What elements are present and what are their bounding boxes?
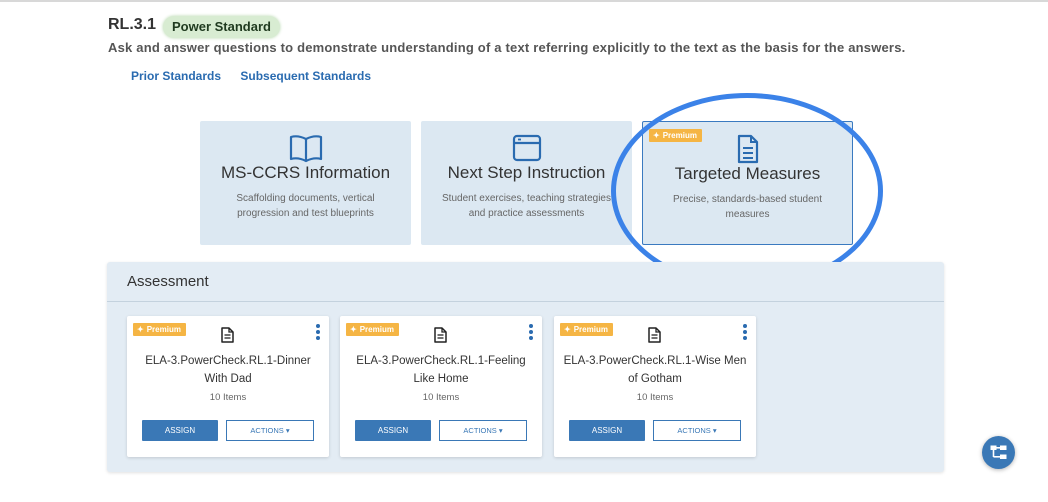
prior-standards-link[interactable]: Prior Standards	[131, 69, 221, 83]
item-count: 10 Items	[209, 392, 247, 403]
assessment-card-title: ELA-3.PowerCheck.RL.1-Dinner With Dad	[145, 355, 311, 385]
assign-button[interactable]: ASSIGN	[355, 420, 431, 441]
assign-button[interactable]: ASSIGN	[569, 420, 645, 441]
assessment-card-title: ELA-3.PowerCheck.RL.1-Wise Men of Gotham	[563, 355, 747, 385]
power-standard-badge: Power Standard	[163, 16, 280, 38]
sitemap-icon	[990, 445, 1007, 459]
feature-card-next-step[interactable]: Next Step Instruction Student exercises,…	[421, 121, 632, 245]
sparkle-icon: ✦	[137, 325, 144, 334]
feature-title: Targeted Measures	[674, 164, 821, 183]
assessment-card[interactable]: ✦ Premium ELA-3.PowerCheck.RL.1-Feeling L…	[340, 316, 542, 457]
item-count: 10 Items	[636, 392, 674, 403]
premium-badge: ✦ Premium	[133, 323, 186, 336]
assessment-header: Assessment	[107, 262, 944, 302]
assessment-title: Assessment	[127, 273, 209, 290]
feature-title: MS-CCRS Information	[220, 163, 391, 182]
document-icon	[643, 134, 852, 164]
more-options-icon[interactable]	[742, 324, 748, 340]
item-count: 10 Items	[422, 392, 460, 403]
assessment-card-title: ELA-3.PowerCheck.RL.1-Feeling Like Home	[356, 355, 526, 385]
premium-badge: ✦ Premium	[346, 323, 399, 336]
browser-window-icon	[421, 133, 632, 163]
document-icon	[434, 327, 447, 348]
actions-dropdown-button[interactable]: ACTIONS ▾	[226, 420, 314, 441]
document-icon	[221, 327, 234, 348]
sparkle-icon: ✦	[350, 325, 357, 334]
subsequent-standards-link[interactable]: Subsequent Standards	[240, 69, 371, 83]
top-border	[0, 0, 1048, 2]
book-open-icon	[200, 133, 411, 163]
actions-dropdown-button[interactable]: ACTIONS ▾	[653, 420, 741, 441]
premium-badge: ✦ Premium	[560, 323, 613, 336]
more-options-icon[interactable]	[315, 324, 321, 340]
standard-description: Ask and answer questions to demonstrate …	[108, 40, 906, 55]
actions-dropdown-button[interactable]: ACTIONS ▾	[439, 420, 527, 441]
feature-description: Precise, standards-based student measure…	[673, 194, 822, 220]
feature-title: Next Step Instruction	[447, 163, 606, 182]
feature-card-ms-ccrs[interactable]: MS-CCRS Information Scaffolding document…	[200, 121, 411, 245]
feature-card-targeted-measures[interactable]: ✦ Premium Targeted Measures Precise, stan…	[642, 121, 853, 245]
assessment-card[interactable]: ✦ Premium ELA-3.PowerCheck.RL.1-Wise Men …	[554, 316, 756, 457]
standards-links: Prior Standards Subsequent Standards	[131, 69, 387, 83]
assessment-card[interactable]: ✦ Premium ELA-3.PowerCheck.RL.1-Dinner Wi…	[127, 316, 329, 457]
document-icon	[648, 327, 661, 348]
more-options-icon[interactable]	[528, 324, 534, 340]
sparkle-icon: ✦	[564, 325, 571, 334]
assessment-panel: Assessment ✦ Premium ELA-3.PowerCheck.RL.…	[107, 262, 944, 472]
assign-button[interactable]: ASSIGN	[142, 420, 218, 441]
feature-description: Student exercises, teaching strategies a…	[442, 193, 611, 219]
feature-description: Scaffolding documents, vertical progress…	[236, 193, 375, 219]
standard-code: RL.3.1	[108, 16, 157, 33]
sitemap-button[interactable]	[982, 436, 1015, 469]
